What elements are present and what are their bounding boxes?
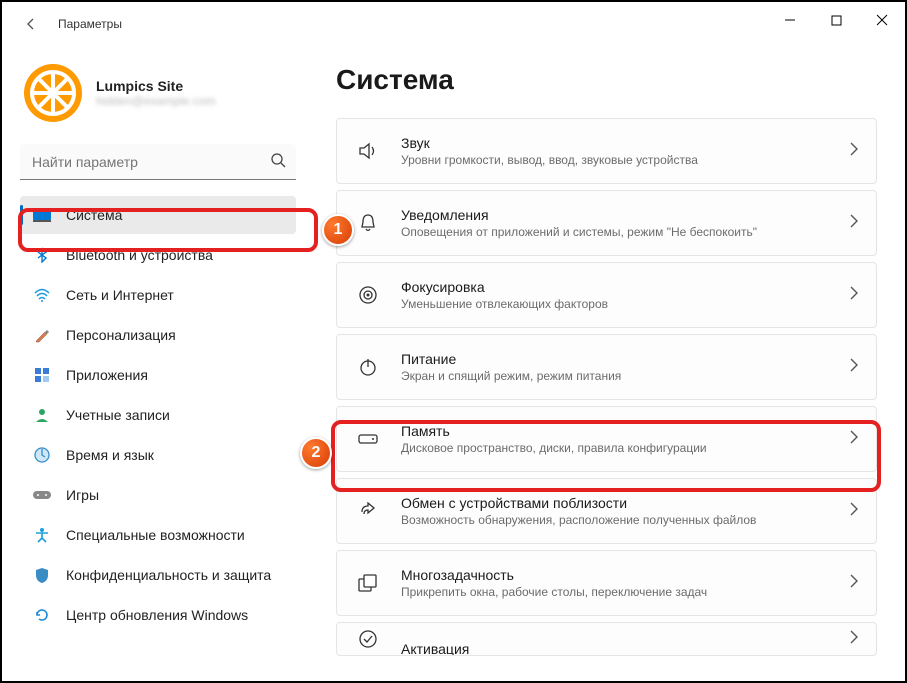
- sidebar-item-apps[interactable]: Приложения: [20, 356, 296, 394]
- row-sub: Прикрепить окна, рабочие столы, переключ…: [401, 585, 850, 599]
- sidebar-item-network[interactable]: Сеть и Интернет: [20, 276, 296, 314]
- row-focus[interactable]: Фокусировка Уменьшение отвлекающих фактор…: [336, 262, 877, 328]
- system-icon: [32, 205, 52, 225]
- maximize-button[interactable]: [813, 4, 859, 36]
- row-multitasking[interactable]: Многозадачность Прикрепить окна, рабочие …: [336, 550, 877, 616]
- search-box[interactable]: [20, 144, 296, 180]
- activation-icon: [355, 630, 381, 648]
- annotation-badge-2: 2: [300, 437, 332, 469]
- sidebar-item-personalization[interactable]: Персонализация: [20, 316, 296, 354]
- sidebar-item-label: Система: [66, 207, 122, 223]
- sound-icon: [355, 142, 381, 160]
- row-title: Активация: [401, 641, 850, 656]
- close-button[interactable]: [859, 4, 905, 36]
- row-title: Уведомления: [401, 207, 850, 223]
- avatar: [24, 64, 82, 122]
- sidebar-item-label: Конфиденциальность и защита: [66, 567, 271, 583]
- search-icon: [270, 152, 286, 173]
- minimize-button[interactable]: [767, 4, 813, 36]
- user-profile[interactable]: Lumpics Site hidden@example.com: [20, 64, 296, 122]
- chevron-right-icon: [850, 630, 858, 649]
- sidebar-item-label: Время и язык: [66, 447, 154, 463]
- search-input[interactable]: [20, 144, 296, 180]
- sidebar-item-system[interactable]: Система: [20, 196, 296, 234]
- bell-icon: [355, 213, 381, 233]
- sidebar-item-time-language[interactable]: Время и язык: [20, 436, 296, 474]
- focus-icon: [355, 285, 381, 305]
- back-button[interactable]: [18, 10, 46, 38]
- chevron-right-icon: [850, 358, 858, 377]
- share-icon: [355, 502, 381, 520]
- sidebar-item-accounts[interactable]: Учетные записи: [20, 396, 296, 434]
- row-sub: Экран и спящий режим, режим питания: [401, 369, 850, 383]
- sidebar-item-gaming[interactable]: Игры: [20, 476, 296, 514]
- row-sub: Уровни громкости, вывод, ввод, звуковые …: [401, 153, 850, 167]
- chevron-right-icon: [850, 142, 858, 161]
- row-power[interactable]: Питание Экран и спящий режим, режим питан…: [336, 334, 877, 400]
- sidebar-item-label: Персонализация: [66, 327, 176, 343]
- row-storage[interactable]: Память Дисковое пространство, диски, прав…: [336, 406, 877, 472]
- sidebar-item-label: Учетные записи: [66, 407, 170, 423]
- user-email: hidden@example.com: [96, 94, 216, 108]
- row-title: Звук: [401, 135, 850, 151]
- row-title: Обмен с устройствами поблизости: [401, 495, 850, 511]
- sidebar-item-bluetooth[interactable]: Bluetooth и устройства: [20, 236, 296, 274]
- row-sub: Уменьшение отвлекающих факторов: [401, 297, 850, 311]
- row-title: Многозадачность: [401, 567, 850, 583]
- row-sound[interactable]: Звук Уровни громкости, вывод, ввод, звуко…: [336, 118, 877, 184]
- chevron-right-icon: [850, 286, 858, 305]
- sidebar-item-privacy[interactable]: Конфиденциальность и защита: [20, 556, 296, 594]
- sidebar-item-label: Центр обновления Windows: [66, 607, 248, 623]
- storage-icon: [355, 434, 381, 444]
- apps-icon: [32, 365, 52, 385]
- multitasking-icon: [355, 574, 381, 592]
- sidebar-item-label: Приложения: [66, 367, 148, 383]
- sidebar-item-accessibility[interactable]: Специальные возможности: [20, 516, 296, 554]
- network-icon: [32, 285, 52, 305]
- sidebar-item-windows-update[interactable]: Центр обновления Windows: [20, 596, 296, 634]
- chevron-right-icon: [850, 574, 858, 593]
- row-activation[interactable]: Активация: [336, 622, 877, 656]
- gaming-icon: [32, 485, 52, 505]
- time-language-icon: [32, 445, 52, 465]
- chevron-right-icon: [850, 214, 858, 233]
- annotation-badge-1: 1: [322, 214, 354, 246]
- sidebar-item-label: Специальные возможности: [66, 527, 245, 543]
- sidebar-item-label: Игры: [66, 487, 99, 503]
- row-sub: Дисковое пространство, диски, правила ко…: [401, 441, 850, 455]
- row-title: Память: [401, 423, 850, 439]
- sidebar-item-label: Bluetooth и устройства: [66, 247, 213, 263]
- windows-update-icon: [32, 605, 52, 625]
- accounts-icon: [32, 405, 52, 425]
- chevron-right-icon: [850, 502, 858, 521]
- window-title: Параметры: [58, 17, 122, 31]
- row-sub: Оповещения от приложений и системы, режи…: [401, 225, 850, 239]
- row-title: Питание: [401, 351, 850, 367]
- row-nearby-sharing[interactable]: Обмен с устройствами поблизости Возможнос…: [336, 478, 877, 544]
- row-title: Фокусировка: [401, 279, 850, 295]
- row-sub: Возможность обнаружения, расположение по…: [401, 513, 850, 527]
- bluetooth-icon: [32, 245, 52, 265]
- power-icon: [355, 358, 381, 376]
- user-name: Lumpics Site: [96, 78, 216, 94]
- personalization-icon: [32, 325, 52, 345]
- chevron-right-icon: [850, 430, 858, 449]
- page-title: Система: [336, 64, 877, 96]
- accessibility-icon: [32, 525, 52, 545]
- sidebar-item-label: Сеть и Интернет: [66, 287, 174, 303]
- privacy-icon: [32, 565, 52, 585]
- row-notifications[interactable]: Уведомления Оповещения от приложений и си…: [336, 190, 877, 256]
